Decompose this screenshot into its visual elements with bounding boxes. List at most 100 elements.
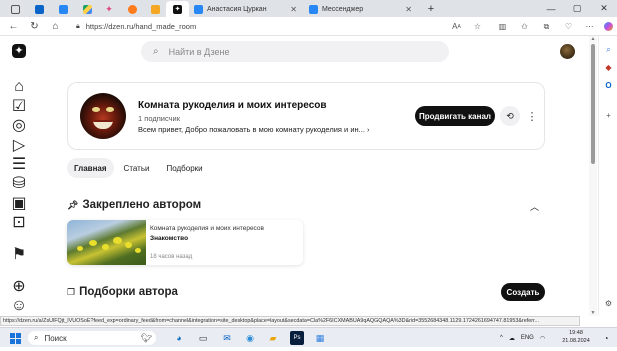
back-icon[interactable]: ←: [6, 19, 21, 34]
explorer-taskbar-icon[interactable]: ▰: [266, 331, 280, 345]
search-input[interactable]: [168, 46, 419, 57]
taskbar-search[interactable]: ⌕ Поиск 🐦︎: [28, 331, 156, 345]
channel-share-icon[interactable]: ⟲: [500, 106, 520, 126]
reload-icon[interactable]: ↻: [27, 19, 42, 34]
home-nav-icon[interactable]: ⌂: [13, 78, 25, 95]
close-icon[interactable]: ✕: [405, 5, 412, 14]
page-scrollbar[interactable]: ▲ ▼: [589, 36, 597, 316]
browser-tab-strip: ✦ ✦ Анастасия Цуркан ✕ Мессенджер ✕ + — …: [0, 0, 617, 17]
tab-dzen-active[interactable]: ✦: [166, 1, 189, 17]
games-nav-icon[interactable]: ⊕: [12, 278, 25, 295]
tab-label: Мессенджер: [322, 5, 364, 13]
taskbar-clock[interactable]: 19:48 21.08.2024: [558, 329, 594, 345]
tab-actions-icon[interactable]: [4, 1, 26, 17]
subscriber-count: 1 подписчик: [138, 114, 180, 123]
task-view-icon[interactable]: ▭: [196, 331, 210, 345]
url-text: https://dzen.ru/hand_made_room: [85, 22, 197, 31]
sidebar-settings-icon[interactable]: ⚙: [603, 298, 614, 309]
compass-nav-icon[interactable]: ◎: [12, 117, 26, 134]
close-icon[interactable]: ✕: [290, 5, 297, 14]
tab-label: Анастасия Цуркан: [207, 5, 267, 13]
messenger-icon: [309, 4, 318, 14]
edge-taskbar-icon[interactable]: ◕: [172, 331, 186, 345]
cloud-icon[interactable]: ☁: [509, 335, 515, 342]
bookmark-nav-icon[interactable]: ⚑: [12, 246, 26, 263]
add-sidebar-icon[interactable]: +: [603, 110, 614, 121]
extensions-icon[interactable]: ♡: [561, 19, 576, 34]
close-window-icon[interactable]: ✕: [591, 0, 617, 17]
new-tab-button[interactable]: +: [420, 1, 442, 17]
channel-avatar: [80, 93, 126, 139]
chevron-up-tray-icon[interactable]: ^: [500, 335, 503, 341]
minimize-icon[interactable]: —: [538, 0, 564, 17]
windows-taskbar: ⌕ Поиск 🐦︎ ◕ ▭ ✉ ◉ ▰ Ps ▦ ^ ☁ ENG ◠ 19:4…: [0, 327, 617, 347]
search-sidebar-icon[interactable]: ⌕: [603, 44, 614, 55]
pinned-article-card[interactable]: Комната рукоделия и моих интересов Знако…: [67, 220, 303, 265]
copilot-icon[interactable]: [601, 19, 616, 34]
dzen-icon: ✦: [173, 4, 182, 14]
articles-nav-icon[interactable]: ☰: [12, 156, 26, 173]
maximize-icon[interactable]: ▢: [564, 0, 590, 17]
video-nav-icon[interactable]: ▷: [13, 137, 25, 154]
favorites-icon[interactable]: ✩: [517, 19, 532, 34]
studio-nav-icon[interactable]: ▣: [11, 195, 26, 212]
drive-icon: [82, 4, 92, 14]
system-tray: ^ ☁ ENG ◠: [500, 328, 545, 348]
pinned-section-title: 📌︎ Закреплено автором: [67, 199, 201, 211]
tab-firefox[interactable]: [121, 1, 143, 17]
outlook-icon: [34, 4, 44, 14]
gallery-nav-icon[interactable]: ⊡: [12, 214, 25, 231]
chevron-up-icon[interactable]: ︿: [530, 200, 539, 213]
kids-nav-icon[interactable]: ☺: [11, 297, 27, 314]
vk-icon: [194, 4, 203, 14]
address-toolbar: ← ↻ ⌂ 🔒︎ https://dzen.ru/hand_made_room …: [0, 17, 617, 36]
search-icon: ⌕: [34, 333, 39, 342]
tab-orange[interactable]: [144, 1, 166, 17]
address-field[interactable]: 🔒︎ https://dzen.ru/hand_made_room: [72, 19, 492, 34]
search-icon: ⌕: [153, 46, 159, 57]
scroll-down-icon[interactable]: ▼: [589, 310, 597, 316]
search-bar[interactable]: ⌕: [141, 41, 449, 62]
user-avatar[interactable]: [560, 44, 575, 59]
wifi-icon[interactable]: ◠: [540, 335, 545, 342]
split-screen-icon[interactable]: ▥: [495, 19, 510, 34]
article-title: Знакомство: [150, 235, 189, 242]
notifications-icon[interactable]: ◔: [599, 331, 613, 345]
tab-vk[interactable]: [52, 1, 74, 17]
collections-icon[interactable]: ⧉: [539, 19, 554, 34]
tab-drive[interactable]: [76, 1, 98, 17]
windows-start-icon[interactable]: [8, 331, 22, 345]
promote-channel-button[interactable]: Продвигать канал: [415, 106, 495, 126]
scroll-thumb[interactable]: [591, 44, 595, 164]
database-nav-icon[interactable]: ⛁: [12, 175, 25, 192]
channel-header-card: Комната рукоделия и моих интересов 1 под…: [67, 82, 545, 150]
language-indicator[interactable]: ENG: [521, 335, 534, 341]
description-text: Всем привет, Добро пожаловать в мою комн…: [138, 125, 365, 134]
tab-colorful[interactable]: ✦: [98, 1, 120, 17]
subscriptions-nav-icon[interactable]: ☑: [12, 98, 26, 115]
tab-main[interactable]: Главная: [67, 158, 114, 178]
store-taskbar-icon[interactable]: ▦: [313, 331, 327, 345]
tab-articles[interactable]: Статьи: [117, 158, 157, 178]
tab-anastasia[interactable]: Анастасия Цуркан ✕: [190, 1, 302, 17]
photoshop-taskbar-icon[interactable]: Ps: [290, 331, 304, 345]
shopping-icon[interactable]: ◆: [603, 62, 614, 73]
mail-taskbar-icon[interactable]: ✉: [220, 331, 234, 345]
tab-messenger[interactable]: Мессенджер ✕: [305, 1, 417, 17]
more-menu-icon[interactable]: ⋯: [582, 19, 597, 34]
channel-description[interactable]: Всем привет, Добро пожаловать в мою комн…: [138, 125, 370, 134]
article-channel-name: Комната рукоделия и моих интересов: [150, 225, 264, 232]
dzen-logo-icon[interactable]: ✦: [12, 44, 26, 58]
app-taskbar-icon[interactable]: ◉: [243, 331, 257, 345]
read-aloud-icon[interactable]: AA: [449, 19, 464, 34]
tab-outlook[interactable]: [28, 1, 50, 17]
outlook-sidebar-icon[interactable]: O: [603, 80, 614, 91]
more-vertical-icon[interactable]: ⋮: [527, 108, 538, 124]
browser-sidebar: ⌕ ◆ O + ⚙: [598, 36, 617, 316]
scroll-up-icon[interactable]: ▲: [589, 36, 597, 42]
article-thumbnail: [67, 220, 146, 265]
favorite-star-icon[interactable]: ☆: [470, 19, 485, 34]
tab-collections[interactable]: Подборки: [159, 158, 209, 178]
create-collection-button[interactable]: Создать: [501, 283, 545, 301]
home-icon[interactable]: ⌂: [48, 19, 63, 34]
